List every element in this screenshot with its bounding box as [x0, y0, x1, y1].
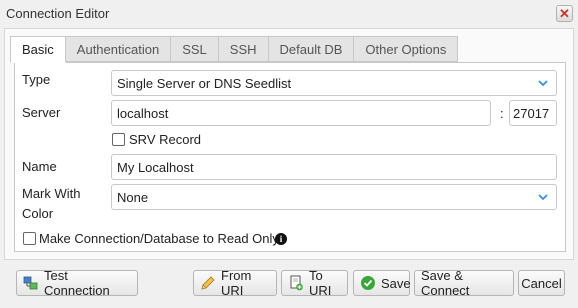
tab-label: Basic	[22, 42, 54, 57]
tab-authentication[interactable]: Authentication	[65, 36, 172, 62]
mark-color-label-line1: Mark With	[22, 186, 81, 201]
server-label: Server	[22, 105, 61, 120]
close-icon: ✕	[559, 6, 570, 21]
test-connection-icon	[23, 276, 38, 290]
mark-color-select-value: None	[117, 189, 149, 205]
type-label: Type	[22, 72, 51, 87]
from-uri-label: From URI	[221, 268, 252, 298]
chevron-down-icon	[538, 194, 548, 201]
mark-color-select[interactable]: None	[111, 184, 557, 210]
port-input-value: 27017	[513, 105, 550, 121]
to-uri-label: To URI	[309, 268, 332, 298]
name-label: Name	[22, 159, 57, 174]
save-button[interactable]: Save	[353, 270, 411, 296]
from-uri-button[interactable]: From URI	[193, 268, 277, 298]
tab-ssl[interactable]: SSL	[171, 36, 219, 62]
tab-bar: Basic Authentication SSL SSH Default DB …	[10, 36, 459, 63]
chevron-down-icon	[538, 80, 548, 87]
pencil-icon	[201, 276, 215, 290]
test-connection-label: Test Connection	[44, 268, 110, 298]
srv-record-checkbox[interactable]	[112, 133, 125, 146]
srv-record-label: SRV Record	[129, 132, 202, 147]
tab-label: Default DB	[279, 41, 343, 57]
tab-ssh[interactable]: SSH	[218, 36, 269, 62]
tab-label: Other Options	[365, 41, 447, 57]
server-input[interactable]: localhost	[111, 100, 491, 126]
port-separator: :	[500, 106, 504, 121]
read-only-label: Make Connection/Database to Read Only	[39, 231, 279, 246]
document-add-icon	[290, 275, 303, 291]
window-title: Connection Editor	[6, 6, 110, 21]
name-input[interactable]: My Localhost	[111, 154, 557, 180]
save-connect-label: Save & Connect	[421, 268, 470, 298]
info-icon[interactable]: i	[275, 233, 287, 245]
tab-basic[interactable]: Basic	[10, 36, 66, 63]
save-label: Save	[381, 275, 411, 291]
read-only-checkbox[interactable]	[23, 232, 36, 245]
tab-default-db[interactable]: Default DB	[268, 36, 355, 62]
tab-label: Authentication	[76, 41, 160, 57]
save-connect-button[interactable]: Save & Connect	[414, 268, 514, 298]
title-bar: Connection Editor ✕	[0, 0, 578, 28]
tab-other-options[interactable]: Other Options	[354, 36, 459, 62]
tab-label: SSL	[182, 41, 207, 57]
server-input-value: localhost	[117, 105, 169, 121]
type-select[interactable]: Single Server or DNS Seedlist	[111, 70, 557, 96]
name-input-value: My Localhost	[117, 159, 194, 175]
mark-color-label-line2: Color	[22, 206, 54, 221]
test-connection-button[interactable]: Test Connection	[16, 268, 138, 298]
tab-label: SSH	[229, 41, 257, 57]
checkmark-icon	[361, 276, 375, 290]
type-select-value: Single Server or DNS Seedlist	[117, 75, 292, 91]
port-input[interactable]: 27017	[509, 100, 557, 126]
cancel-label: Cancel	[521, 275, 562, 291]
cancel-button[interactable]: Cancel	[518, 270, 565, 296]
close-button[interactable]: ✕	[556, 5, 573, 22]
to-uri-button[interactable]: To URI	[281, 268, 348, 298]
